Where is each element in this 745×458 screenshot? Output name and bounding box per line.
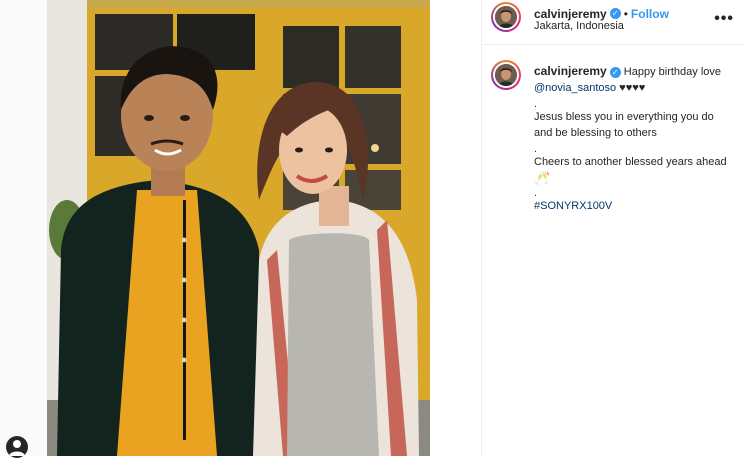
caption-first-line: calvinjeremy ✓ Happy birthday love	[534, 63, 739, 80]
caption-text: Happy birthday love	[623, 66, 722, 78]
caption-mention-line: @novia_santoso ♥♥♥♥	[534, 80, 739, 96]
post-viewer: calvinjeremy ✓ • Follow Jakarta, Indonesia …	[0, 0, 745, 458]
dot-separator: •	[623, 7, 628, 21]
verified-badge-icon: ✓	[609, 8, 621, 20]
follow-button[interactable]: Follow	[631, 7, 669, 21]
post-side-panel: calvinjeremy ✓ • Follow Jakarta, Indonesia …	[481, 0, 745, 456]
post-photo[interactable]	[47, 0, 430, 456]
caption-dot: .	[534, 143, 538, 155]
post-location[interactable]: Jakarta, Indonesia	[534, 20, 624, 32]
caption-mention[interactable]: @novia_santoso	[534, 82, 616, 94]
caption-hashtag[interactable]: #SONYRX100V	[534, 198, 739, 214]
caption-avatar[interactable]	[491, 60, 521, 90]
caption-dot: .	[534, 187, 538, 199]
caption-line-2a: Jesus bless you in everything you do	[534, 111, 714, 123]
caption-line-2b: and be blessing to others	[534, 127, 657, 139]
caption-emoji: 🥂	[534, 170, 551, 185]
caption: calvinjeremy ✓ Happy birthday love @novia…	[534, 63, 739, 214]
caption-line-3: Cheers to another blessed years ahead	[534, 156, 727, 168]
caption-hearts: ♥♥♥♥	[619, 82, 646, 94]
left-background	[0, 0, 47, 458]
more-options-icon[interactable]: •••	[714, 10, 734, 28]
author-username[interactable]: calvinjeremy	[534, 7, 607, 21]
caption-username[interactable]: calvinjeremy	[534, 64, 607, 78]
viewer-gap	[430, 0, 481, 456]
author-avatar[interactable]	[491, 2, 521, 32]
verified-badge-icon: ✓	[609, 66, 621, 78]
caption-dot: .	[534, 98, 538, 110]
user-circle-icon[interactable]	[6, 436, 28, 458]
post-header: calvinjeremy ✓ • Follow Jakarta, Indonesia …	[482, 0, 745, 45]
